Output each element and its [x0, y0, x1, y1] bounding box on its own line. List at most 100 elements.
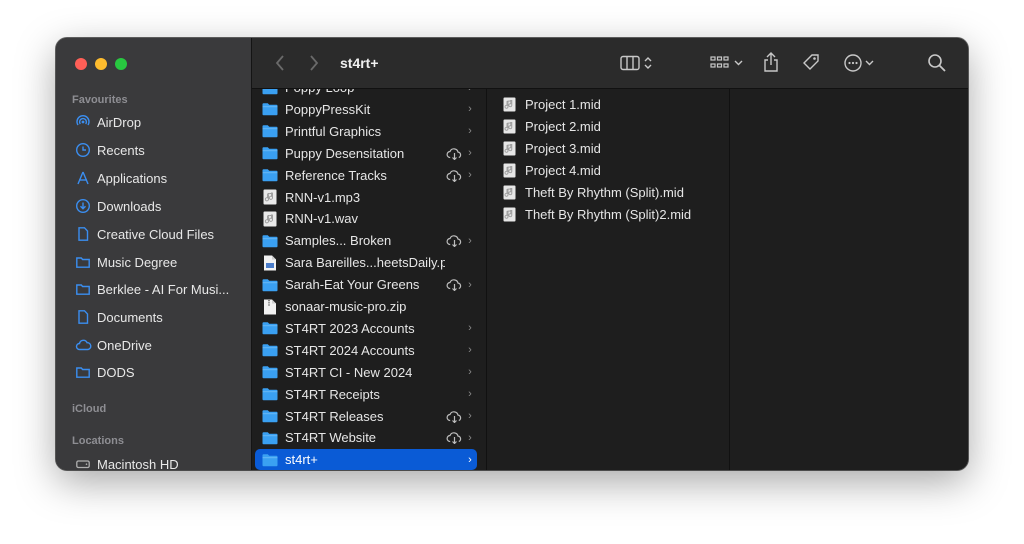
applications-icon	[72, 170, 94, 186]
back-icon[interactable]	[274, 54, 286, 72]
sidebar-item-label: AirDrop	[97, 114, 142, 130]
folder-icon	[72, 254, 94, 270]
sidebar-item-recents[interactable]: Recents	[72, 137, 242, 163]
sidebar-item-documents[interactable]: Documents	[72, 304, 242, 330]
list-item[interactable]: ST4RT Receipts ›	[255, 384, 477, 405]
folder-icon	[72, 281, 94, 297]
cloud-download-icon[interactable]	[445, 410, 463, 423]
document-icon	[72, 226, 94, 242]
group-icon[interactable]	[710, 54, 746, 72]
item-label: RNN-v1.mp3	[285, 189, 361, 205]
item-label: sonaar-music-pro.zip	[285, 299, 407, 314]
audio-file-icon	[260, 189, 280, 205]
item-label: Theft By Rhythm (Split)2.mid	[525, 206, 692, 222]
sidebar-item-label: Berklee - AI For Musi...	[97, 281, 230, 297]
folder-icon	[260, 431, 280, 445]
cloud-download-icon[interactable]	[445, 431, 463, 445]
list-item[interactable]: Theft By Rhythm (Split)2.mid	[501, 204, 691, 225]
pdf-file-icon	[260, 255, 280, 271]
sidebar-item-label: Downloads	[97, 198, 162, 214]
share-icon[interactable]	[762, 51, 780, 73]
list-item[interactable]: Poppy Loop ›	[255, 89, 477, 98]
sidebar-item-airdrop[interactable]: AirDrop	[72, 109, 242, 135]
column-st4rt: Project 1.mid Project 2.mid Project 3.mid P…	[487, 89, 730, 470]
list-item[interactable]: Printful Graphics ›	[255, 121, 477, 142]
zip-file-icon	[260, 299, 280, 315]
chevron-right-icon: ›	[468, 147, 472, 160]
folder-icon	[260, 453, 280, 467]
sidebar-item-macintosh-hd[interactable]: Macintosh HD	[72, 451, 242, 470]
list-item[interactable]: Sarah-Eat Your Greens ›	[255, 274, 477, 295]
sidebar-item-berklee[interactable]: Berklee - AI For Musi...	[72, 276, 242, 302]
midi-file-icon	[501, 119, 517, 134]
folder-icon	[72, 364, 94, 380]
minimize-button[interactable]	[95, 58, 107, 70]
airdrop-icon	[72, 114, 94, 130]
column-parent: Poppy Loop›PoppyPressKit›Printful Graphi…	[252, 89, 487, 470]
zoom-button[interactable]	[115, 58, 127, 70]
chevron-right-icon: ›	[468, 322, 472, 335]
cloud-download-icon[interactable]	[445, 234, 463, 248]
chevron-right-icon: ›	[468, 344, 472, 357]
clock-icon	[72, 142, 94, 158]
favourites-section-label: Favourites	[72, 94, 128, 106]
list-item[interactable]: Puppy Desensitation ›	[255, 143, 477, 164]
sidebar-item-label: DODS	[97, 364, 135, 380]
sidebar-item-music-degree[interactable]: Music Degree	[72, 249, 242, 275]
list-item[interactable]: ST4RT CI - New 2024 ›	[255, 362, 477, 383]
cloud-download-icon[interactable]	[445, 169, 463, 182]
list-item[interactable]: Samples... Broken ›	[255, 230, 477, 251]
sidebar-item-label: Macintosh HD	[97, 456, 179, 471]
sidebar-item-label: Applications	[97, 170, 168, 186]
list-item[interactable]: Sara Bareilles...heetsDaily.pdf	[255, 252, 477, 273]
list-item[interactable]: ST4RT Website ›	[255, 427, 477, 448]
sidebar-item-downloads[interactable]: Downloads	[72, 193, 242, 219]
locations-section-label: Locations	[72, 435, 124, 447]
folder-icon	[260, 124, 280, 138]
list-item[interactable]: PoppyPressKit ›	[255, 99, 477, 120]
item-label: Printful Graphics	[285, 123, 382, 139]
chevron-right-icon: ›	[468, 453, 472, 466]
icloud-section-label: iCloud	[72, 403, 107, 415]
folder-icon	[260, 278, 280, 292]
list-item[interactable]: ST4RT 2024 Accounts ›	[255, 340, 477, 361]
item-label: Theft By Rhythm (Split).mid	[525, 184, 684, 200]
list-item[interactable]: Project 4.mid	[501, 160, 601, 181]
folder-icon	[260, 343, 280, 357]
list-item[interactable]: RNN-v1.wav	[255, 208, 477, 229]
chevron-right-icon: ›	[468, 410, 472, 422]
chevron-right-icon: ›	[463, 89, 477, 94]
folder-icon	[260, 234, 280, 248]
list-item[interactable]: RNN-v1.mp3	[255, 187, 477, 208]
list-item[interactable]: ST4RT 2023 Accounts ›	[255, 318, 477, 339]
sidebar-item-label: Documents	[97, 309, 163, 325]
cloud-icon	[72, 337, 94, 353]
list-item[interactable]: Project 3.mid	[501, 138, 601, 159]
forward-icon[interactable]	[308, 54, 320, 72]
list-item[interactable]: sonaar-music-pro.zip	[255, 296, 477, 317]
column-view-icon[interactable]	[620, 54, 656, 72]
sidebar-item-applications[interactable]: Applications	[72, 165, 242, 191]
sidebar-item-dods[interactable]: DODS	[72, 359, 242, 385]
list-item[interactable]: ST4RT Releases ›	[255, 406, 477, 427]
item-label: Project 2.mid	[525, 118, 601, 134]
chevron-right-icon: ›	[468, 234, 472, 247]
chevron-right-icon: ›	[468, 366, 472, 379]
folder-icon	[260, 146, 280, 160]
list-item[interactable]: Reference Tracks ›	[255, 165, 477, 186]
cloud-download-icon[interactable]	[445, 147, 463, 160]
more-icon[interactable]	[844, 53, 878, 73]
cloud-download-icon[interactable]	[445, 278, 463, 292]
list-item[interactable]: st4rt+ ›	[255, 449, 477, 470]
item-label: Project 3.mid	[525, 140, 601, 156]
item-label: PoppyPressKit	[285, 101, 371, 117]
sidebar-item-onedrive[interactable]: OneDrive	[72, 332, 242, 358]
list-item[interactable]: Theft By Rhythm (Split).mid	[501, 182, 684, 203]
tag-icon[interactable]	[801, 52, 821, 72]
list-item[interactable]: Project 2.mid	[501, 116, 601, 137]
close-button[interactable]	[75, 58, 87, 70]
sidebar-item-creative-cloud-files[interactable]: Creative Cloud Files	[72, 221, 242, 247]
search-icon[interactable]	[927, 53, 947, 73]
item-label: st4rt+	[285, 452, 318, 468]
list-item[interactable]: Project 1.mid	[501, 94, 601, 115]
